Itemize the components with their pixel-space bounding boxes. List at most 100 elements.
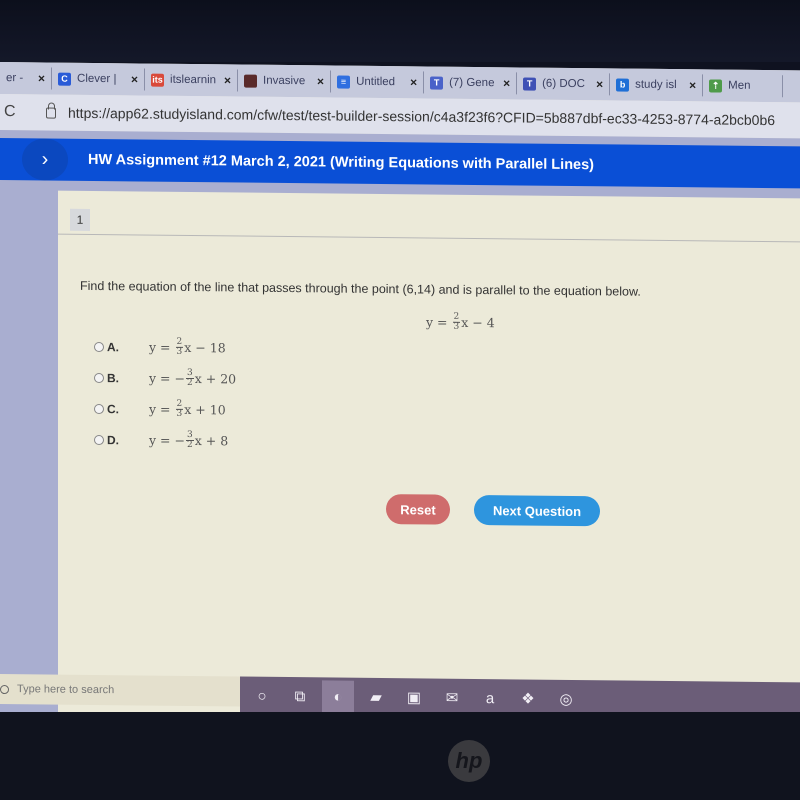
browser-tab[interactable]: C Clever | × — [52, 67, 146, 91]
eq-lhs: y — [426, 314, 434, 330]
tab-title: Invasive — [263, 74, 306, 88]
option-letter: D. — [107, 432, 119, 447]
assignment-title: HW Assignment #12 March 2, 2021 (Writing… — [88, 151, 595, 174]
monitor-bezel-bottom: hp — [0, 712, 800, 800]
close-tab-icon[interactable]: × — [224, 73, 231, 87]
close-tab-icon[interactable]: × — [38, 71, 45, 85]
study-island-icon: ⇡ — [709, 78, 723, 93]
chevron-right-icon[interactable]: › — [22, 138, 68, 181]
option-letter: B. — [107, 370, 119, 385]
eq-denominator: 3 — [176, 346, 183, 357]
radio-button[interactable] — [94, 434, 104, 445]
eq-sign: − — [174, 432, 185, 448]
option-equation: y = 23x − 18 — [149, 337, 226, 358]
option-equation: y = −3 2 x + 8 — [149, 430, 229, 451]
browser-tab[interactable]: Invasive × — [238, 69, 332, 93]
eq-denominator: 3 — [176, 408, 183, 419]
browser-tab[interactable]: T (6) DOC × — [517, 72, 611, 96]
taskbar-search-box[interactable]: Type here to search — [0, 674, 240, 707]
eq-denominator: 3 — [453, 321, 460, 332]
file-explorer-icon[interactable]: ▰ — [360, 681, 392, 713]
option-letter: C. — [107, 401, 119, 416]
url-text[interactable]: https://app62.studyisland.com/cfw/test/t… — [68, 105, 775, 128]
eq-denominator: 2 — [187, 377, 193, 389]
answer-options: A. y = 23x − 18 B. y = −3 2 x + 20 C. y = 23x +… — [94, 331, 236, 456]
dropbox-icon[interactable]: ❖ — [512, 682, 544, 714]
eq-rest: − 4 — [472, 314, 495, 331]
close-tab-icon[interactable]: × — [131, 72, 138, 86]
tab-title: Clever | — [77, 72, 117, 86]
browser-tab[interactable]: its itslearnin × — [145, 68, 239, 92]
option-letter: A. — [107, 339, 119, 354]
eq-lhs: y — [149, 401, 157, 417]
tab-title: er - — [6, 72, 24, 85]
screen: er - × C Clever | × its itslearnin × Invasive × ≡ U… — [0, 62, 800, 721]
store-icon[interactable]: ▣ — [398, 681, 430, 713]
tab-title: study isl — [635, 78, 677, 92]
close-tab-icon[interactable]: × — [596, 77, 603, 91]
teams-icon: T — [523, 76, 537, 91]
next-question-button[interactable]: Next Question — [474, 494, 600, 527]
radio-button[interactable] — [94, 341, 104, 352]
question-prompt: Find the equation of the line that passe… — [80, 278, 641, 299]
cortana-icon[interactable]: ○ — [246, 680, 278, 712]
eq-sign: − — [174, 370, 185, 386]
answer-option[interactable]: D. y = −3 2 x + 8 — [94, 424, 236, 456]
mail-icon[interactable]: ✉ — [436, 682, 468, 714]
tab-title: (7) Gene — [449, 76, 495, 90]
close-tab-icon[interactable]: × — [317, 74, 324, 88]
close-tab-icon[interactable]: × — [689, 78, 696, 92]
eq-fraction: 23 — [175, 399, 184, 419]
url-field[interactable]: https://app62.studyisland.com/cfw/test/t… — [46, 104, 775, 128]
lock-icon — [46, 106, 56, 119]
image-thumbnail-icon — [244, 74, 258, 88]
reload-icon[interactable]: C — [4, 103, 28, 121]
assignment-header: › HW Assignment #12 March 2, 2021 (Writi… — [0, 138, 800, 189]
eq-equals: = — [160, 339, 171, 355]
question-card: 1 Find the equation of the line that pas… — [58, 190, 800, 721]
eq-lhs: y — [149, 339, 157, 355]
eq-equals: = — [160, 432, 171, 448]
eq-var: x — [194, 371, 202, 387]
divider — [58, 233, 800, 243]
eq-rest: + 8 — [205, 433, 229, 449]
radio-button[interactable] — [94, 372, 104, 383]
browser-tab[interactable]: ⇡ Men — [703, 74, 784, 98]
eq-var: x — [461, 314, 469, 330]
task-view-icon[interactable]: ⧉ — [284, 680, 316, 712]
given-equation: y = 2 3 x − 4 — [426, 312, 495, 332]
tab-title: itslearnin — [170, 73, 217, 87]
browser-tab[interactable]: ≡ Untitled × — [331, 70, 425, 94]
eq-var: x — [184, 401, 192, 418]
eq-lhs: y — [149, 432, 157, 448]
eq-rest: + 10 — [195, 402, 226, 418]
reset-button[interactable]: Reset — [386, 494, 450, 525]
answer-option[interactable]: B. y = −3 2 x + 20 — [94, 362, 236, 394]
eq-lhs: y — [149, 370, 157, 386]
answer-option[interactable]: C. y = 23x + 10 — [94, 393, 236, 425]
eq-fraction: 2 3 — [452, 312, 461, 332]
clever-icon: C — [58, 72, 72, 86]
browser-tab[interactable]: er - × — [0, 67, 53, 90]
tab-title: (6) DOC — [542, 77, 585, 91]
option-equation: y = −3 2 x + 20 — [149, 368, 236, 389]
edge-icon[interactable]: ◐ — [322, 680, 354, 713]
close-tab-icon[interactable]: × — [503, 76, 510, 90]
radio-button[interactable] — [94, 403, 104, 414]
google-docs-icon: ≡ — [337, 75, 351, 89]
eq-fraction: 23 — [175, 337, 184, 357]
close-tab-icon[interactable]: × — [410, 75, 417, 89]
eq-fraction: 32 — [186, 368, 194, 389]
amazon-icon[interactable]: a — [474, 682, 506, 714]
browser-tab[interactable]: b study isl × — [610, 73, 704, 97]
monitor-bezel-top — [0, 0, 800, 62]
action-buttons: Reset Next Question — [386, 494, 600, 527]
answer-option[interactable]: A. y = 23x − 18 — [94, 331, 236, 363]
eq-var: x — [184, 339, 192, 356]
browser-tab[interactable]: T (7) Gene × — [424, 71, 518, 95]
tab-title: Men — [728, 79, 751, 92]
tab-title: Untitled — [356, 75, 396, 89]
search-icon — [0, 684, 9, 694]
taskbar-search-placeholder[interactable]: Type here to search — [17, 683, 114, 696]
app-icon[interactable]: ◎ — [550, 683, 582, 715]
